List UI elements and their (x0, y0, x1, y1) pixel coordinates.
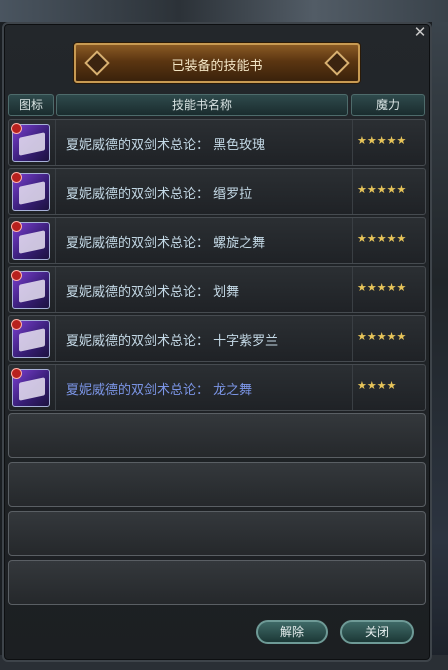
column-header-mana: 魔力 (351, 94, 425, 116)
equipped-marker-icon (11, 221, 22, 232)
title-banner: 已装备的技能书 (74, 43, 360, 83)
column-header-icon: 图标 (8, 94, 54, 116)
empty-slot[interactable] (8, 511, 426, 556)
background-scene-right (432, 22, 448, 670)
close-button[interactable]: 关闭 (340, 620, 414, 644)
divider (352, 120, 353, 165)
skill-book-icon[interactable] (11, 368, 50, 407)
skill-book-name: 夏妮威德的双剑术总论： 划舞 (66, 285, 240, 300)
skill-book-row[interactable]: 夏妮威德的双剑术总论： 龙之舞 ★★★★ (8, 364, 426, 411)
icon-cell (9, 169, 56, 214)
skill-book-icon[interactable] (11, 221, 50, 260)
equipped-marker-icon (11, 368, 22, 379)
equipped-marker-icon (11, 319, 22, 330)
skill-book-name: 夏妮威德的双剑术总论： 缗罗拉 (66, 187, 253, 202)
divider (352, 365, 353, 410)
divider (352, 169, 353, 214)
background-scene (0, 0, 448, 22)
remove-button[interactable]: 解除 (256, 620, 328, 644)
skill-book-icon[interactable] (11, 172, 50, 211)
book-page (19, 377, 45, 401)
window-title: 已装备的技能书 (171, 59, 263, 74)
divider (352, 218, 353, 263)
skill-book-icon[interactable] (11, 319, 50, 358)
mana-stars: ★★★★★ (357, 183, 407, 196)
skill-book-name: 夏妮威德的双剑术总论： 螺旋之舞 (66, 236, 266, 251)
book-page (19, 230, 45, 254)
book-page (19, 279, 45, 303)
divider (352, 267, 353, 312)
mana-stars: ★★★★★ (357, 232, 407, 245)
icon-cell (9, 267, 56, 312)
skill-book-row[interactable]: 夏妮威德的双剑术总论： 十字紫罗兰 ★★★★★ (8, 315, 426, 362)
mana-stars: ★★★★★ (357, 330, 407, 343)
book-page (19, 328, 45, 352)
skill-book-row[interactable]: 夏妮威德的双剑术总论： 黑色玫瑰 ★★★★★ (8, 119, 426, 166)
mana-stars: ★★★★ (357, 379, 397, 392)
book-page (19, 181, 45, 205)
mana-stars: ★★★★★ (357, 134, 407, 147)
icon-cell (9, 365, 56, 410)
empty-slot[interactable] (8, 462, 426, 507)
icon-cell (9, 316, 56, 361)
book-page (19, 132, 45, 156)
empty-slot[interactable] (8, 413, 426, 458)
icon-cell (9, 120, 56, 165)
skill-book-name: 夏妮威德的双剑术总论： 十字紫罗兰 (66, 334, 279, 349)
close-icon[interactable]: ✕ (411, 23, 429, 41)
equipped-marker-icon (11, 172, 22, 183)
skill-book-row[interactable]: 夏妮威德的双剑术总论： 缗罗拉 ★★★★★ (8, 168, 426, 215)
equipped-marker-icon (11, 123, 22, 134)
skill-book-icon[interactable] (11, 123, 50, 162)
mana-stars: ★★★★★ (357, 281, 407, 294)
column-header-name: 技能书名称 (56, 94, 348, 116)
divider (352, 316, 353, 361)
skill-book-row[interactable]: 夏妮威德的双剑术总论： 螺旋之舞 ★★★★★ (8, 217, 426, 264)
skill-book-row[interactable]: 夏妮威德的双剑术总论： 划舞 ★★★★★ (8, 266, 426, 313)
empty-slot[interactable] (8, 560, 426, 605)
skill-book-name: 夏妮威德的双剑术总论： 龙之舞 (66, 383, 253, 398)
equipped-marker-icon (11, 270, 22, 281)
skill-book-name: 夏妮威德的双剑术总论： 黑色玫瑰 (66, 138, 266, 153)
skill-book-icon[interactable] (11, 270, 50, 309)
icon-cell (9, 218, 56, 263)
